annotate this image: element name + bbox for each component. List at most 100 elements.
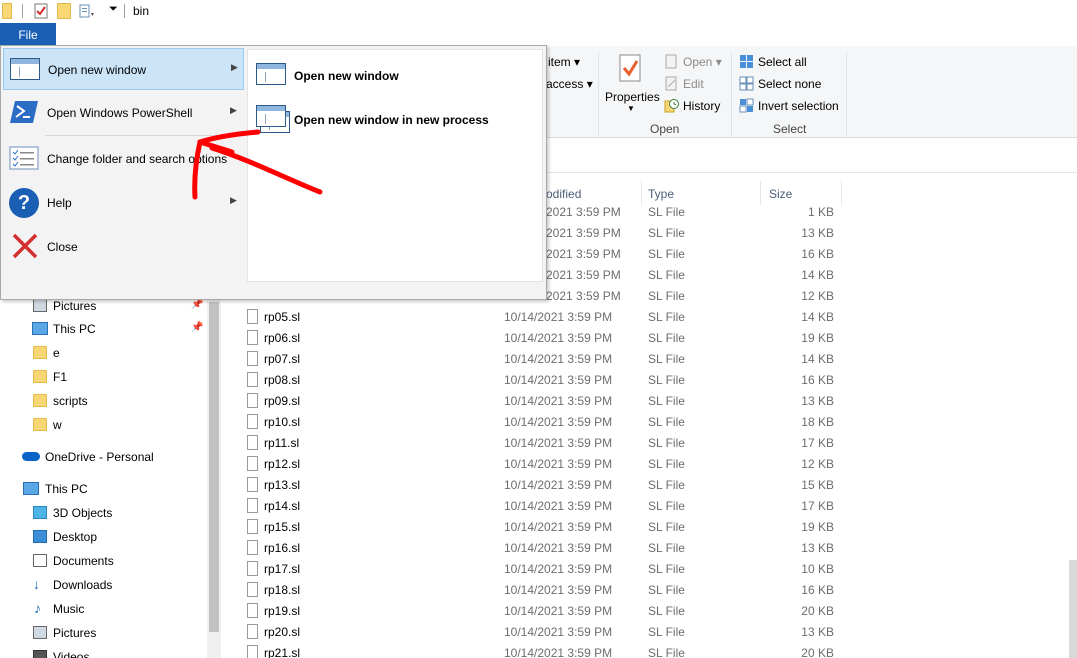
file-date: 2021 3:59 PM bbox=[546, 247, 621, 261]
select-all-icon[interactable] bbox=[739, 54, 754, 69]
window-icon bbox=[256, 63, 286, 85]
file-size: 20 KB bbox=[801, 646, 834, 658]
nav-item-e[interactable]: e bbox=[0, 342, 205, 364]
download-arrow-icon: ↓ bbox=[33, 576, 40, 592]
nav-item-this-pc-quick[interactable]: This PC 📌 bbox=[0, 318, 205, 340]
file-date: 10/14/2021 3:59 PM bbox=[504, 562, 613, 576]
submenu-item-open-new-window[interactable]: Open new window bbox=[254, 57, 538, 91]
file-type: SL File bbox=[648, 373, 685, 387]
edit-icon[interactable] bbox=[664, 76, 679, 91]
select-group-label: Select bbox=[773, 122, 807, 136]
scrollbar-thumb[interactable] bbox=[209, 302, 219, 632]
file-type: SL File bbox=[648, 562, 685, 576]
file-name: rp05.sl bbox=[264, 310, 301, 324]
nav-item-documents[interactable]: Documents bbox=[0, 550, 205, 572]
menu-item-help[interactable]: ? Help ▶ bbox=[3, 182, 244, 224]
ribbon-item-partial[interactable]: item ▾ bbox=[548, 55, 580, 69]
rename-icon[interactable] bbox=[79, 3, 94, 19]
open-icon[interactable] bbox=[664, 54, 679, 69]
nav-item-f1[interactable]: F1 bbox=[0, 366, 205, 388]
nav-item-label: e bbox=[53, 346, 60, 360]
file-size: 16 KB bbox=[801, 583, 834, 597]
submenu-item-open-new-process[interactable]: Open new window in new process bbox=[254, 101, 538, 135]
column-header-type[interactable]: Type bbox=[648, 187, 674, 201]
file-type: SL File bbox=[648, 583, 685, 597]
file-list-scrollbar[interactable] bbox=[1069, 560, 1077, 658]
pin-icon[interactable]: 📌 bbox=[191, 299, 203, 310]
pin-icon[interactable]: 📌 bbox=[191, 322, 203, 333]
file-date: 10/14/2021 3:59 PM bbox=[504, 604, 613, 618]
nav-item-pictures-pc[interactable]: Pictures bbox=[0, 622, 205, 644]
history-button[interactable]: History bbox=[683, 99, 720, 113]
help-icon: ? bbox=[9, 188, 39, 218]
menu-item-folder-options[interactable]: Change folder and search options bbox=[3, 138, 244, 180]
file-size: 14 KB bbox=[801, 268, 834, 282]
music-note-icon: ♪ bbox=[34, 600, 41, 616]
file-icon bbox=[247, 498, 258, 513]
cube-icon bbox=[33, 506, 47, 519]
select-none-icon[interactable] bbox=[739, 76, 754, 91]
file-size: 19 KB bbox=[801, 331, 834, 345]
ribbon: item ▾ access ▾ Properties ▼ Open ▾ Edit… bbox=[546, 46, 1077, 138]
history-icon[interactable] bbox=[664, 98, 679, 113]
window-icon bbox=[10, 58, 40, 80]
title-bar: ⏷ bin bbox=[0, 0, 1077, 23]
new-folder-icon[interactable] bbox=[57, 3, 71, 19]
file-size: 17 KB bbox=[801, 499, 834, 513]
menu-item-open-new-window[interactable]: Open new window ▶ bbox=[3, 48, 244, 90]
select-all-button[interactable]: Select all bbox=[758, 55, 807, 69]
file-date: 10/14/2021 3:59 PM bbox=[504, 394, 613, 408]
file-name: rp13.sl bbox=[264, 478, 301, 492]
separator bbox=[124, 4, 125, 18]
column-header-size[interactable]: Size bbox=[769, 187, 792, 201]
file-type: SL File bbox=[648, 310, 685, 324]
file-type: SL File bbox=[648, 604, 685, 618]
properties-button[interactable]: Properties bbox=[605, 90, 660, 104]
file-size: 12 KB bbox=[801, 457, 834, 471]
properties-check-icon[interactable] bbox=[34, 3, 48, 19]
file-icon bbox=[247, 561, 258, 576]
nav-item-scripts[interactable]: scripts bbox=[0, 390, 205, 412]
nav-item-videos[interactable]: Videos bbox=[0, 646, 205, 658]
file-icon bbox=[247, 435, 258, 450]
edit-button[interactable]: Edit bbox=[683, 77, 704, 91]
invert-selection-icon[interactable] bbox=[739, 98, 754, 113]
nav-item-3d-objects[interactable]: 3D Objects bbox=[0, 502, 205, 524]
nav-item-music[interactable]: ♪ Music bbox=[0, 598, 205, 620]
file-date: 10/14/2021 3:59 PM bbox=[504, 583, 613, 597]
window-process-icon bbox=[256, 105, 286, 127]
invert-selection-button[interactable]: Invert selection bbox=[758, 99, 839, 113]
properties-icon[interactable] bbox=[618, 54, 644, 84]
nav-item-this-pc[interactable]: This PC bbox=[0, 478, 205, 500]
ribbon-access-partial[interactable]: access ▾ bbox=[546, 77, 593, 91]
nav-item-label: Downloads bbox=[53, 578, 113, 592]
file-tab[interactable]: File bbox=[0, 23, 56, 46]
menu-item-close[interactable]: Close bbox=[3, 226, 244, 268]
nav-item-onedrive[interactable]: OneDrive - Personal bbox=[0, 446, 205, 468]
file-name: rp19.sl bbox=[264, 604, 301, 618]
file-name: rp18.sl bbox=[264, 583, 301, 597]
file-size: 16 KB bbox=[801, 247, 834, 261]
nav-scrollbar[interactable] bbox=[207, 300, 221, 658]
separator bbox=[598, 52, 599, 136]
select-none-button[interactable]: Select none bbox=[758, 77, 821, 91]
customize-toolbar-icon[interactable]: ⏷ bbox=[109, 3, 118, 16]
menu-item-label: Open new window bbox=[48, 63, 147, 77]
file-name: rp20.sl bbox=[264, 625, 301, 639]
nav-item-downloads[interactable]: ↓ Downloads bbox=[0, 574, 205, 596]
close-icon bbox=[11, 232, 39, 260]
file-type: SL File bbox=[648, 478, 685, 492]
nav-item-desktop[interactable]: Desktop bbox=[0, 526, 205, 548]
file-type: SL File bbox=[648, 268, 685, 282]
file-icon bbox=[247, 540, 258, 555]
column-header-date[interactable]: odified bbox=[546, 187, 581, 201]
nav-item-w[interactable]: w bbox=[0, 414, 205, 436]
file-icon bbox=[247, 624, 258, 639]
menu-item-label: Help bbox=[47, 196, 72, 210]
chevron-down-icon[interactable]: ▼ bbox=[627, 104, 635, 113]
file-icon bbox=[247, 351, 258, 366]
menu-item-open-powershell[interactable]: Open Windows PowerShell ▶ bbox=[3, 92, 244, 134]
open-button[interactable]: Open ▾ bbox=[683, 55, 722, 69]
folder-icon[interactable] bbox=[2, 3, 12, 19]
file-date: 10/14/2021 3:59 PM bbox=[504, 520, 613, 534]
